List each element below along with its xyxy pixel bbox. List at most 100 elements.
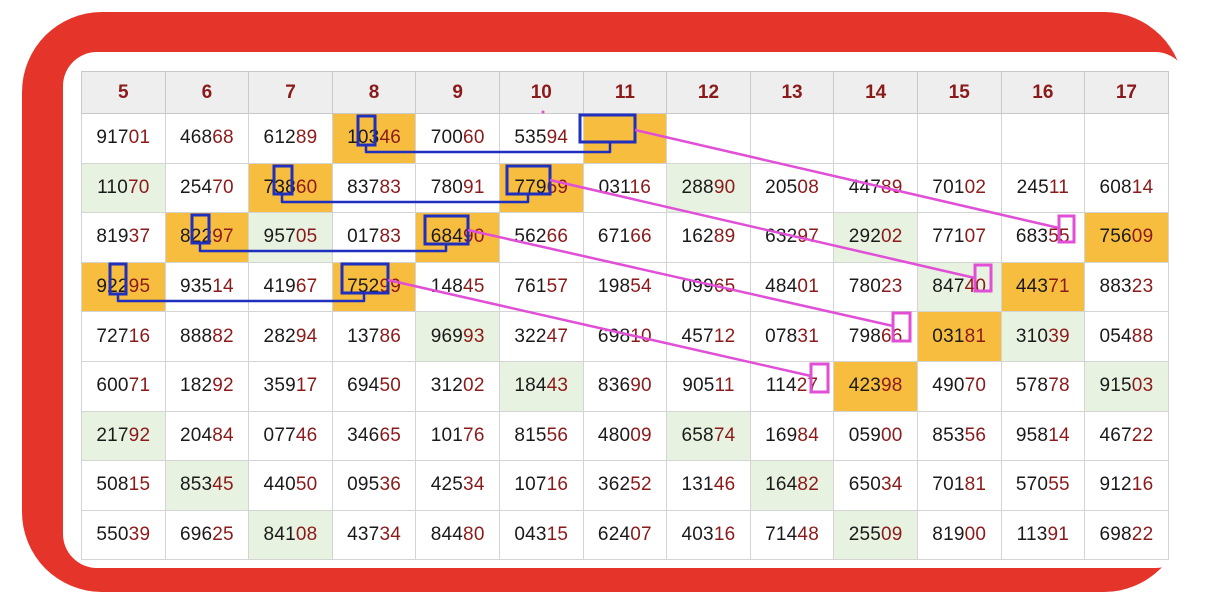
cell-prefix: 683 <box>1015 226 1049 248</box>
cell-suffix: 92 <box>212 375 234 397</box>
cell-prefix: 164 <box>765 474 798 496</box>
cell-suffix: 70 <box>212 176 234 198</box>
cell-prefix: 447 <box>848 176 882 198</box>
cell-suffix: 16 <box>629 176 652 198</box>
grid-cell: 46868 <box>164 113 250 164</box>
cell-suffix: 56 <box>546 424 569 446</box>
grid-cell: 03181 <box>916 311 1002 362</box>
cell-prefix: 131 <box>681 474 714 496</box>
cell-suffix: 60 <box>463 127 485 149</box>
grid-cell: 83783 <box>331 162 417 214</box>
table-row: 72716 88882 28294 13786 96993 32247 69810 45712… <box>81 311 1169 362</box>
cell-prefix: 077 <box>263 424 296 446</box>
grid-cell: 60071 <box>81 360 166 412</box>
cell-prefix: 169 <box>765 424 798 446</box>
cell-prefix: 113 <box>1016 524 1048 546</box>
cell-prefix: 059 <box>848 424 882 446</box>
grid-cell: 77969 <box>498 162 584 214</box>
cell-prefix: 819 <box>96 226 129 248</box>
cell-suffix: 10 <box>630 325 652 347</box>
cell-suffix: 00 <box>964 524 987 546</box>
grid-cell: 50815 <box>81 460 166 511</box>
cell-prefix: 905 <box>682 375 715 397</box>
cell-suffix: 90 <box>713 176 736 198</box>
cell-suffix: 34 <box>379 524 401 546</box>
grid-cell: 91503 <box>1084 360 1169 412</box>
cell-suffix: 31 <box>797 325 819 347</box>
grid-cell: 07831 <box>749 311 835 362</box>
grid-cell: 61289 <box>248 113 333 164</box>
cell-prefix: 608 <box>1099 176 1132 198</box>
column-header-6: 6 <box>164 71 250 114</box>
grid-cell: 96993 <box>415 311 500 362</box>
cell-suffix: 97 <box>797 226 819 248</box>
cell-suffix: 94 <box>295 325 318 347</box>
cell-prefix: 562 <box>514 226 547 248</box>
grid-cell: 42398 <box>833 360 918 412</box>
cell-prefix: 031 <box>932 325 965 347</box>
cell-suffix: 90 <box>630 375 652 397</box>
cell-suffix: 71 <box>128 375 151 397</box>
grid-cell: 75609 <box>1084 212 1169 263</box>
grid-cell: 34665 <box>331 410 417 462</box>
cell-suffix: 16 <box>1131 474 1154 496</box>
grid-cell <box>582 113 668 164</box>
cell-suffix: 83 <box>379 226 401 248</box>
cell-prefix: 114 <box>765 375 797 397</box>
cell-prefix: 484 <box>765 276 798 298</box>
cell-prefix: 969 <box>430 325 464 347</box>
cell-prefix: 698 <box>1099 524 1132 546</box>
grid-cell: 91701 <box>81 113 166 164</box>
cell-suffix: 84 <box>797 424 819 446</box>
grid-cell: 95705 <box>248 212 333 263</box>
cell-suffix: 82 <box>212 325 234 347</box>
cell-prefix: 727 <box>96 325 129 347</box>
cell-suffix: 14 <box>1048 424 1070 446</box>
cell-prefix: 101 <box>430 424 464 446</box>
cell-prefix: 282 <box>263 325 296 347</box>
cell-prefix: 632 <box>765 226 798 248</box>
cell-prefix: 312 <box>430 375 464 397</box>
grid-cell: 81556 <box>498 410 584 462</box>
cell-suffix: 66 <box>630 226 652 248</box>
cell-prefix: 204 <box>179 424 213 446</box>
grid-cell: 53594 <box>498 113 584 164</box>
cell-prefix: 935 <box>179 276 213 298</box>
grid-cell: 09536 <box>331 460 417 511</box>
cell-prefix: 182 <box>179 375 213 397</box>
cell-prefix: 148 <box>430 276 464 298</box>
cell-suffix: 16 <box>713 524 736 546</box>
cell-suffix: 57 <box>546 276 569 298</box>
grid-cell: 84480 <box>415 509 500 561</box>
cell-suffix: 05 <box>295 226 318 248</box>
grid-cell: 31202 <box>415 360 500 412</box>
grid-cell: 76157 <box>498 261 584 313</box>
grid-cell: 90511 <box>666 360 751 412</box>
cell-prefix: 362 <box>597 474 631 496</box>
table-row: 55039 69625 84108 43734 84480 04315 62407 40316… <box>81 509 1169 561</box>
cell-prefix: 684 <box>430 226 464 248</box>
cell-suffix: 50 <box>379 375 401 397</box>
grid-cell: 29202 <box>833 212 918 263</box>
grid-cell: 11391 <box>1000 509 1086 561</box>
cell-prefix: 346 <box>347 424 380 446</box>
cell-suffix: 09 <box>1131 226 1154 248</box>
cell-suffix: 65 <box>713 276 736 298</box>
grid-cell: 13786 <box>331 311 417 362</box>
cell-suffix: 23 <box>881 276 903 298</box>
cell-suffix: 88 <box>1131 325 1154 347</box>
cell-prefix: 738 <box>263 176 296 198</box>
grid-cell: 25509 <box>833 509 918 561</box>
cell-prefix: 217 <box>96 424 129 446</box>
grid-cell: 72716 <box>81 311 166 362</box>
cell-suffix: 92 <box>128 424 151 446</box>
grid-cell: 05488 <box>1084 311 1169 362</box>
grid-cell: 16984 <box>749 410 835 462</box>
cell-suffix: 67 <box>295 276 318 298</box>
grid-cell: 71448 <box>749 509 835 561</box>
cell-prefix: 912 <box>1099 474 1132 496</box>
grid-cell: 83690 <box>582 360 668 412</box>
cell-suffix: 48 <box>797 524 819 546</box>
cell-prefix: 958 <box>1015 424 1049 446</box>
grid-cell: 75299 <box>331 261 417 313</box>
